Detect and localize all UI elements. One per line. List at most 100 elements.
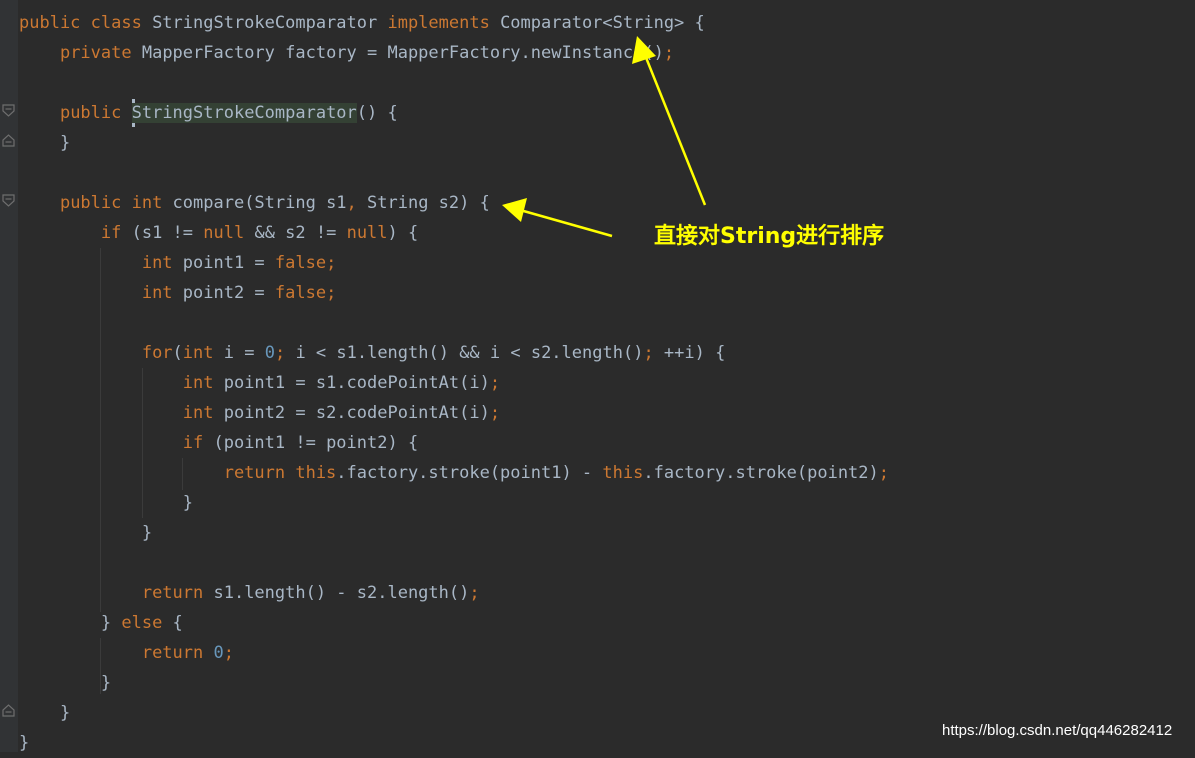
code-token: public class: [19, 13, 153, 33]
code-line[interactable]: for(int i = 0; i < s1.length() && i < s2…: [19, 338, 726, 368]
code-token: }: [19, 673, 112, 693]
code-token: Comparator<String> {: [500, 13, 705, 33]
code-token: 0: [264, 343, 275, 363]
code-token: int: [182, 373, 224, 393]
code-token: ;: [489, 403, 501, 423]
code-line[interactable]: public StringStrokeComparator() {: [19, 98, 398, 128]
code-line[interactable]: int point1 = s1.codePointAt(i);: [19, 368, 500, 398]
code-token: }: [19, 733, 30, 753]
code-token: }: [19, 703, 71, 723]
code-token: return this: [223, 463, 337, 483]
code-token: private: [59, 43, 142, 63]
code-token: s1.length() - s2.length(): [213, 583, 470, 603]
code-token: 0: [213, 643, 224, 663]
code-token: null: [203, 223, 255, 243]
code-token: ;: [469, 583, 480, 603]
code-token: else: [121, 613, 173, 633]
code-line[interactable]: }: [19, 518, 152, 548]
code-token: }: [19, 613, 122, 633]
code-token: if: [182, 433, 214, 453]
code-token: .factory.stroke(point2): [643, 463, 879, 483]
code-line[interactable]: public int compare(String s1, String s2)…: [19, 188, 490, 218]
code-token: for: [141, 343, 173, 363]
code-token: int: [141, 283, 183, 303]
code-line[interactable]: if (point1 != point2) {: [19, 428, 418, 458]
code-token: ;: [274, 343, 296, 363]
code-token: int: [182, 403, 224, 423]
code-token: ;: [223, 643, 234, 663]
code-token: StringStrokeComparator: [152, 13, 388, 33]
code-token: this: [602, 463, 644, 483]
code-token: return: [141, 643, 214, 663]
code-line[interactable]: private MapperFactory factory = MapperFa…: [19, 38, 674, 68]
code-token: }: [19, 133, 71, 153]
code-token: null: [346, 223, 388, 243]
code-editor[interactable]: public class StringStrokeComparator impl…: [0, 0, 1195, 753]
code-token: .factory.stroke(point1) -: [336, 463, 603, 483]
code-token: i =: [223, 343, 265, 363]
code-token: ,: [346, 193, 368, 213]
code-token: public int: [59, 193, 173, 213]
code-token: ;: [878, 463, 890, 483]
code-token: ++i) {: [663, 343, 726, 363]
code-line[interactable]: return 0;: [19, 638, 234, 668]
code-token: ;: [643, 343, 664, 363]
code-line[interactable]: public class StringStrokeComparator impl…: [19, 8, 705, 38]
code-token: point1 =: [182, 253, 275, 273]
code-line[interactable]: } else {: [19, 608, 183, 638]
code-line[interactable]: }: [19, 488, 193, 518]
code-token: ;: [663, 43, 675, 63]
code-token: }: [19, 493, 193, 513]
code-token: String s2) {: [367, 193, 490, 213]
code-token: compare(String s1: [172, 193, 347, 213]
code-line[interactable]: }: [19, 698, 70, 728]
code-token: StringStrokeComparator: [131, 103, 357, 123]
code-line[interactable]: }: [19, 128, 70, 158]
code-token: if: [100, 223, 132, 243]
code-token: MapperFactory factory = MapperFactory.ne…: [141, 43, 664, 63]
code-token: return: [141, 583, 214, 603]
code-token: ) {: [387, 223, 419, 243]
code-line[interactable]: }: [19, 668, 111, 698]
code-token: ;: [326, 253, 337, 273]
code-token: public: [59, 103, 132, 123]
code-token: int: [141, 253, 183, 273]
watermark: https://blog.csdn.net/qq446282412: [942, 722, 1173, 739]
code-token: i < s1.length() && i < s2.length(): [295, 343, 644, 363]
code-token: point2 = s2.codePointAt(i): [223, 403, 490, 423]
code-token: {: [172, 613, 183, 633]
code-token: ;: [489, 373, 501, 393]
code-line[interactable]: int point2 = false;: [19, 278, 337, 308]
code-line[interactable]: int point2 = s2.codePointAt(i);: [19, 398, 500, 428]
code-line[interactable]: }: [19, 728, 29, 758]
code-token: (: [172, 343, 183, 363]
code-line[interactable]: return this.factory.stroke(point1) - thi…: [19, 458, 889, 488]
code-token: }: [19, 523, 153, 543]
code-token: point1 = s1.codePointAt(i): [223, 373, 490, 393]
code-area[interactable]: public class StringStrokeComparator impl…: [0, 0, 1195, 753]
code-token: ;: [326, 283, 337, 303]
code-token: (s1 !=: [131, 223, 204, 243]
code-token: false: [274, 253, 327, 273]
code-token: false: [274, 283, 327, 303]
code-token: implements: [387, 13, 501, 33]
code-token: (point1 != point2) {: [213, 433, 419, 453]
code-token: point2 =: [182, 283, 275, 303]
code-line[interactable]: int point1 = false;: [19, 248, 337, 278]
code-line[interactable]: return s1.length() - s2.length();: [19, 578, 480, 608]
code-line[interactable]: if (s1 != null && s2 != null) {: [19, 218, 418, 248]
code-token: && s2 !=: [254, 223, 347, 243]
